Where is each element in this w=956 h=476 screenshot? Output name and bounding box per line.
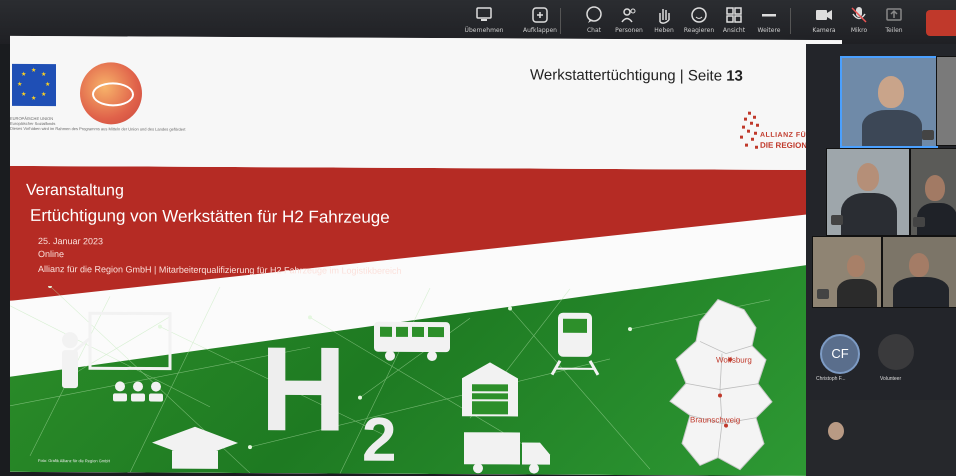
participant-name: Christoph F...	[816, 376, 846, 382]
map-city-label: Wolfsburg	[716, 355, 752, 365]
participant-tile[interactable]	[806, 400, 956, 476]
h2-symbol-letter: H	[260, 322, 347, 457]
participant-video-tile[interactable]	[910, 148, 956, 236]
truck-icon	[464, 432, 550, 474]
h2-symbol-subscript: 2	[362, 405, 397, 475]
participant-video-tile[interactable]	[826, 148, 910, 236]
shared-presentation-slide: ★ ★ ★ ★ ★ ★ ★ ★ EUROPÄISCHE UNION Europä…	[10, 35, 842, 476]
event-date: 25. Januar 2023	[38, 235, 104, 247]
muted-mic-icon	[922, 130, 934, 140]
share-icon	[886, 8, 902, 21]
participant-video-tile[interactable]	[812, 236, 882, 308]
toolbar-button-label: Aufklappen	[523, 27, 557, 34]
participant-name: Volunteer	[880, 376, 902, 382]
participant-video-tile[interactable]	[840, 56, 938, 148]
allianz-logo-line1: ALLIANZ FÜR	[760, 131, 812, 140]
more-icon	[762, 14, 776, 17]
photo-credit: Foto: Grafik Allianz für die Region GmbH	[38, 457, 111, 464]
map-city-label: Braunschweig	[690, 415, 741, 425]
event-format: Online	[38, 248, 65, 260]
train-icon	[550, 312, 600, 376]
raise-hand-icon	[659, 9, 670, 24]
eu-flag-logo: ★ ★ ★ ★ ★ ★ ★ ★	[12, 63, 56, 107]
region-map-shape-icon	[669, 298, 773, 471]
toolbar-button-label: Übernehmen	[464, 27, 504, 34]
participants-panel: CF Christoph F... Volunteer	[806, 44, 956, 476]
participant-avatar[interactable]: CF	[820, 334, 860, 374]
bus-icon	[374, 321, 450, 362]
teacher-classroom-icon	[62, 311, 172, 402]
eu-caption-line: Dieses Vorhaben wird im Rahmen des Progr…	[10, 125, 186, 132]
graduation-cap-icon	[152, 426, 238, 469]
toolbar-button-share[interactable]: Teilen	[870, 3, 918, 41]
event-title: Ertüchtigung von Werkstätten für H2 Fahr…	[30, 205, 390, 227]
muted-mic-icon	[817, 289, 829, 299]
participant-video-tile[interactable]	[936, 56, 956, 146]
microphone-icon	[851, 7, 867, 23]
warehouse-icon	[462, 362, 518, 417]
leave-button[interactable]	[926, 10, 956, 36]
participant-avatar-2[interactable]	[878, 334, 914, 370]
camera-icon	[816, 10, 832, 20]
participant-video-tile[interactable]	[882, 236, 956, 308]
view-grid-icon	[726, 7, 742, 23]
slide-pagination: Werkstattertüchtigung | Seite 13	[530, 67, 743, 85]
toolbar-button-expand[interactable]: Aufklappen	[516, 3, 564, 41]
chat-icon	[586, 6, 602, 23]
muted-mic-icon	[913, 217, 925, 227]
event-organizer: Allianz für die Region GmbH | Mitarbeite…	[38, 263, 402, 276]
event-label: Veranstaltung	[26, 181, 124, 200]
pagination-label: Werkstattertüchtigung | Seite	[530, 66, 727, 85]
toolbar-button-label: Weitere	[757, 27, 781, 34]
reaction-icon	[691, 7, 707, 23]
toolbar-separator	[560, 8, 561, 34]
screen-share-icon	[476, 7, 492, 21]
page-number: 13	[726, 67, 743, 85]
toolbar-separator	[790, 8, 791, 34]
toolbar-button-screen-share[interactable]: Übernehmen	[460, 3, 508, 41]
muted-mic-icon	[831, 215, 843, 225]
region-map: Wolfsburg Braunschweig	[660, 297, 810, 476]
funding-program-logo	[80, 62, 142, 125]
allianz-logo-line2: DIE REGION	[760, 140, 808, 150]
people-icon	[621, 8, 636, 23]
toolbar-button-label: Teilen	[885, 27, 903, 34]
toolbar-button-more[interactable]: Weitere	[745, 3, 793, 41]
expand-icon	[532, 7, 548, 23]
